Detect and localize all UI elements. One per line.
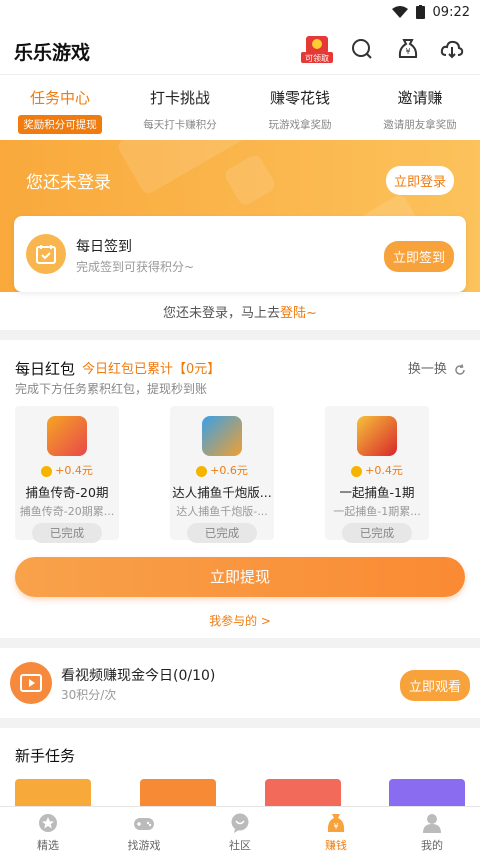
nav-label: 我的	[421, 839, 443, 852]
game-reward: +0.6元	[210, 464, 248, 477]
tab-invite[interactable]: 邀请赚 邀请朋友拿奖励	[360, 75, 480, 140]
game-card[interactable]: +0.6元 达人捕鱼千炮版... 达人捕鱼千炮版-... 已完成	[170, 406, 274, 543]
game-card[interactable]: +0.4元 捕鱼传奇-20期 捕鱼传奇-20期累... 已完成	[15, 406, 119, 543]
signin-title: 每日签到	[76, 239, 132, 255]
tab-task-center[interactable]: 任务中心 奖励积分可提现	[0, 75, 120, 140]
game-status: 已完成	[187, 523, 257, 543]
banner-decoration	[222, 152, 278, 208]
nav-label: 社区	[229, 839, 251, 852]
refresh-label: 换一换	[407, 362, 447, 377]
login-button[interactable]: 立即登录	[385, 166, 454, 195]
money-bag-icon: ¥	[327, 814, 345, 832]
tab-earn-money[interactable]: 赚零花钱 玩游戏拿奖励	[240, 75, 360, 140]
redpacket-accumulated: 今日红包已累计【0元】	[82, 362, 221, 377]
daily-redpacket-section: 每日红包 今日红包已累计【0元】 换一换 完成下方任务累积红包，提现秒到账 +0…	[0, 340, 480, 638]
signin-subtitle: 完成签到可获得积分~	[76, 260, 195, 274]
newbie-task-card[interactable]	[15, 779, 91, 806]
game-status: 已完成	[32, 523, 102, 543]
person-icon	[423, 814, 441, 833]
coin-icon	[351, 465, 363, 477]
game-reward: +0.4元	[365, 464, 403, 477]
video-task: 看视频赚现金今日(0/10) 30积分/次 立即观看	[0, 648, 480, 718]
app-title: 乐乐游戏	[14, 42, 91, 64]
tab-sub: 每天打卡赚积分	[143, 119, 217, 131]
wifi-icon	[391, 6, 408, 18]
status-time: 09:22	[432, 4, 470, 20]
game-name: 一起捕鱼-1期	[339, 485, 415, 500]
refresh-button[interactable]: 换一换	[408, 358, 466, 377]
app-bar: 乐乐游戏 可领取 ¥	[0, 24, 480, 74]
newbie-title: 新手任务	[15, 747, 76, 765]
nav-label: 赚钱	[325, 839, 347, 852]
tab-checkin[interactable]: 打卡挑战 每天打卡赚积分	[120, 75, 240, 140]
fish-together-icon	[357, 416, 397, 456]
redpack-label: 可领取	[305, 54, 329, 63]
refresh-icon	[455, 363, 465, 375]
game-name: 达人捕鱼千炮版...	[172, 485, 272, 500]
tab-sub: 邀请朋友拿奖励	[383, 119, 457, 131]
nav-label: 找游戏	[127, 839, 161, 852]
login-link[interactable]: 登陆~	[280, 306, 317, 321]
svg-text:¥: ¥	[333, 822, 338, 831]
game-name: 捕鱼传奇-20期	[25, 485, 109, 500]
nav-mine[interactable]: 我的	[384, 807, 480, 853]
game-status: 已完成	[342, 523, 412, 543]
video-task-title: 看视频赚现金今日(0/10)	[61, 668, 216, 684]
task-tabs: 任务中心 奖励积分可提现 打卡挑战 每天打卡赚积分 赚零花钱 玩游戏拿奖励 邀请…	[0, 74, 480, 140]
nav-label: 精选	[37, 839, 59, 852]
battery-icon	[415, 5, 425, 19]
status-bar: 09:22	[0, 0, 480, 24]
video-task-sub: 30积分/次	[61, 688, 117, 702]
money-bag-icon[interactable]: ¥	[396, 37, 420, 61]
coin-icon	[196, 465, 208, 477]
newbie-task-card[interactable]	[265, 779, 341, 806]
game-desc: 捕鱼传奇-20期累...	[19, 505, 115, 518]
nav-community[interactable]: 社区	[192, 807, 288, 853]
signin-button[interactable]: 立即签到	[383, 241, 454, 272]
login-hint: 您还未登录，马上去登陆~	[0, 302, 480, 321]
login-hint-text: 您还未登录，马上去	[163, 306, 281, 321]
my-participation-link[interactable]: 我参与的 >	[0, 612, 480, 629]
game-desc: 一起捕鱼-1期累...	[333, 505, 421, 518]
calendar-check-icon	[26, 234, 66, 274]
fish-game-icon	[47, 416, 87, 456]
not-logged-in-text: 您还未登录	[26, 173, 111, 193]
tab-title: 任务中心	[29, 89, 90, 107]
newbie-task-card[interactable]	[389, 779, 465, 806]
tab-sub: 奖励积分可提现	[18, 115, 102, 134]
tab-title: 邀请赚	[397, 89, 443, 107]
redpack-button[interactable]: 可领取	[300, 34, 334, 64]
nav-earn[interactable]: ¥ 赚钱	[288, 807, 384, 853]
nav-featured[interactable]: 精选	[0, 807, 96, 853]
game-desc: 达人捕鱼千炮版-...	[176, 505, 268, 518]
video-icon	[10, 662, 52, 704]
watch-button[interactable]: 立即观看	[399, 670, 470, 701]
svg-text:¥: ¥	[405, 47, 410, 56]
cloud-download-icon[interactable]	[440, 37, 464, 61]
redpacket-subtitle: 完成下方任务累积红包，提现秒到账	[15, 382, 208, 396]
search-icon[interactable]	[350, 37, 374, 61]
redpacket-title: 每日红包	[15, 360, 76, 378]
star-icon	[39, 814, 57, 832]
withdraw-button[interactable]: 立即提现	[15, 557, 465, 597]
fish-1000-icon	[202, 416, 242, 456]
tab-sub: 玩游戏拿奖励	[268, 119, 332, 131]
chat-icon	[231, 813, 249, 833]
gamepad-icon	[134, 818, 154, 830]
newbie-tasks: 新手任务	[0, 728, 480, 806]
nav-find-games[interactable]: 找游戏	[96, 807, 192, 853]
newbie-task-card[interactable]	[140, 779, 216, 806]
bottom-nav: 精选 找游戏 社区 ¥ 赚钱 我的	[0, 806, 480, 853]
game-card[interactable]: +0.4元 一起捕鱼-1期 一起捕鱼-1期累... 已完成	[325, 406, 429, 543]
coin-icon	[41, 465, 53, 477]
game-reward: +0.4元	[55, 464, 93, 477]
tab-title: 打卡挑战	[149, 89, 210, 107]
tab-title: 赚零花钱	[269, 89, 330, 107]
daily-signin-card: 每日签到 完成签到可获得积分~ 立即签到	[14, 216, 466, 292]
